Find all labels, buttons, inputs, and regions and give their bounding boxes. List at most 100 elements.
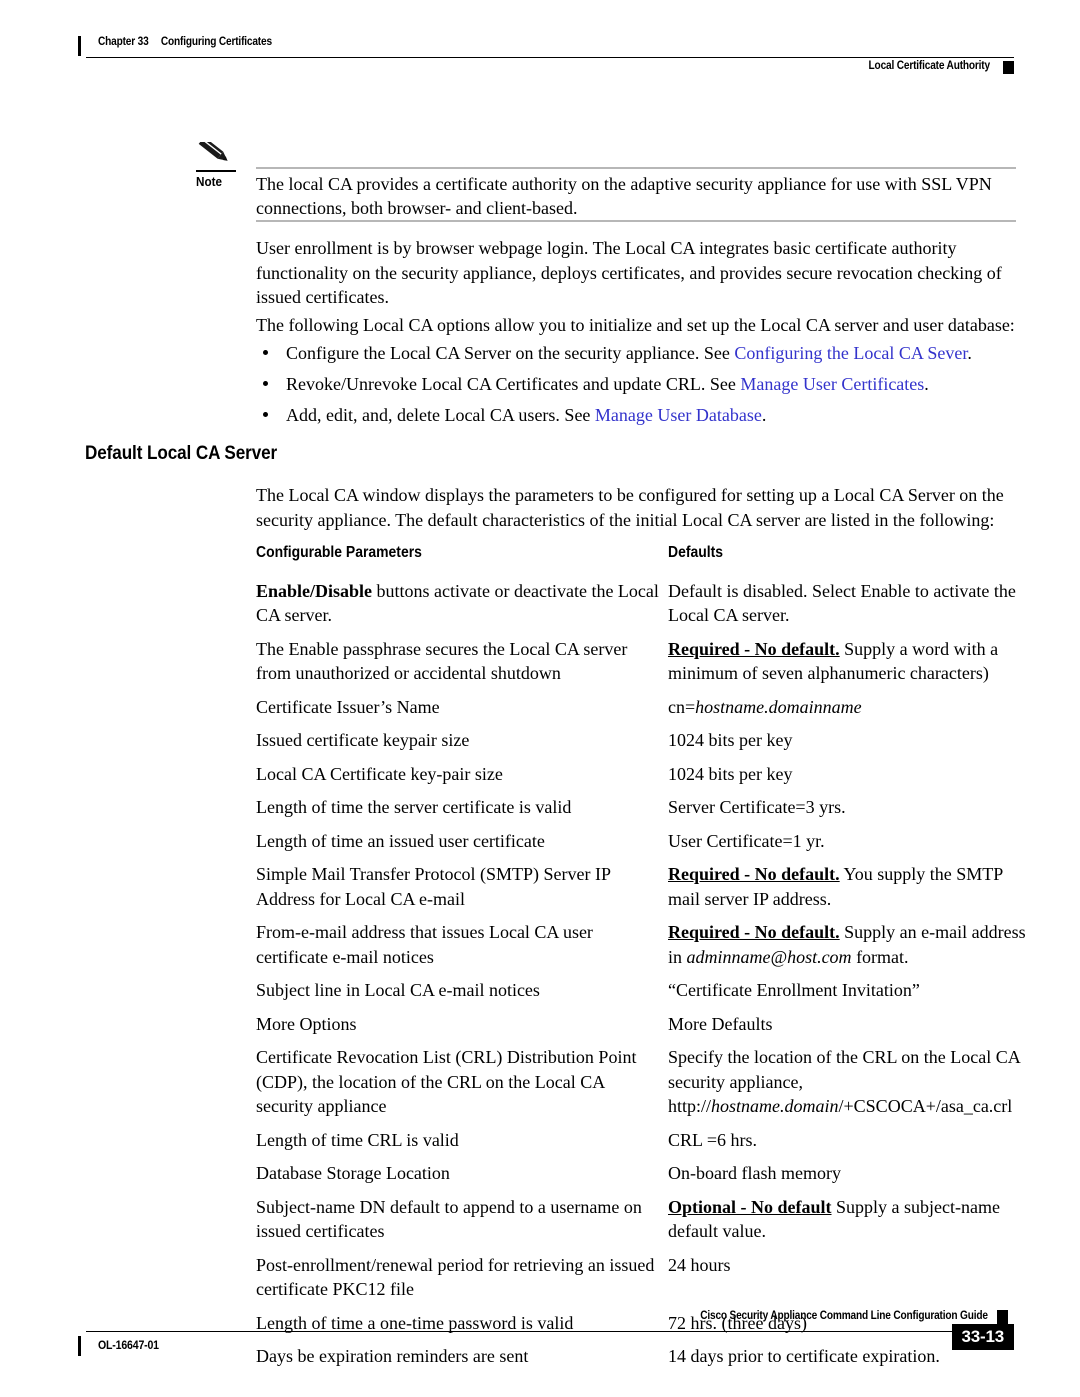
bullet-text-before: Configure the Local CA Server on the sec…	[286, 343, 735, 363]
footer-rule	[86, 1331, 1014, 1332]
default-text-tail: /+CSCOCA+/asa_ca.crl	[838, 1096, 1013, 1116]
default-text: Server Certificate=3 yrs.	[668, 797, 846, 817]
default-cell: On-board flash memory	[668, 1161, 1026, 1186]
default-text: CRL =6 hrs.	[668, 1129, 757, 1150]
configurable-parameters-table: Configurable Parameters Defaults Enable/…	[256, 541, 1026, 1378]
table-row: Length of time CRL is valid CRL =6 hrs.	[256, 1128, 1026, 1153]
pencil-underline	[196, 170, 236, 172]
parameter-cell: Subject-name DN default to append to a u…	[256, 1195, 668, 1244]
link-manage-user-certificates[interactable]: Manage User Certificates	[740, 374, 924, 394]
section-intro-paragraph: The Local CA window displays the paramet…	[256, 485, 1004, 530]
default-cell: Default is disabled. Select Enable to ac…	[668, 579, 1026, 628]
parameter-cell: The Enable passphrase secures the Local …	[256, 637, 668, 686]
parameter-text: Length of time an issued user certificat…	[256, 830, 545, 851]
table-row: From-e-mail address that issues Local CA…	[256, 920, 1026, 969]
default-text: More Defaults	[668, 1013, 773, 1034]
default-variable: hostname.domainname	[695, 696, 862, 717]
parameter-cell: Certificate Issuer’s Name	[256, 695, 668, 720]
note-rule-top	[256, 167, 1016, 169]
bullet-text-after: .	[967, 343, 972, 363]
list-item: Revoke/Unrevoke Local CA Certificates an…	[256, 372, 1026, 396]
bullet-text-before: Add, edit, and, delete Local CA users. S…	[286, 405, 595, 425]
parameter-cell: Length of time an issued user certificat…	[256, 829, 668, 854]
parameter-text: Length of time the server certificate is…	[256, 797, 572, 817]
page-header: Chapter 33 Configuring Certificates Local…	[78, 30, 1014, 74]
parameter-cell: Certificate Revocation List (CRL) Distri…	[256, 1045, 668, 1119]
header-rule	[86, 57, 1014, 58]
table-row: Subject-name DN default to append to a u…	[256, 1195, 1026, 1244]
parameter-text: Local CA Certificate key-pair size	[256, 763, 503, 784]
table-row: The Enable passphrase secures the Local …	[256, 637, 1026, 686]
default-requirement-label: Required - No default.	[668, 922, 840, 942]
header-chapter-title: Configuring Certificates	[160, 36, 272, 48]
default-cell: Specify the location of the CRL on the L…	[668, 1045, 1026, 1119]
parameter-text: Subject line in Local CA e-mail notices	[256, 980, 540, 1000]
default-text: “Certificate Enrollment Invitation”	[668, 980, 920, 1000]
parameter-cell: Post-enrollment/renewal period for retri…	[256, 1253, 668, 1302]
parameter-cell: Enable/Disable buttons activate or deact…	[256, 579, 668, 628]
note-label: Note	[196, 174, 223, 189]
pencil-icon	[196, 136, 242, 174]
default-cell: CRL =6 hrs.	[668, 1128, 1026, 1153]
parameter-text: Certificate Issuer’s Name	[256, 696, 440, 717]
default-text-tail: format.	[851, 946, 909, 967]
default-text: 1024 bits per key	[668, 730, 793, 750]
bullet-text-before: Revoke/Unrevoke Local CA Certificates an…	[286, 374, 741, 394]
default-cell: Optional - No default Supply a subject-n…	[668, 1195, 1026, 1244]
default-requirement-label: Optional - No default	[668, 1196, 832, 1217]
header-section-title: Local Certificate Authority	[868, 60, 991, 72]
default-variable: hostname.domain	[711, 1096, 839, 1116]
bullet-dot-icon	[263, 412, 268, 417]
parameter-text: Issued certificate keypair size	[256, 730, 470, 750]
default-cell: Required - No default. Supply a word wit…	[668, 637, 1026, 686]
header-square-marker	[1003, 61, 1014, 74]
header-tick-mark	[78, 36, 81, 56]
parameter-text: Simple Mail Transfer Protocol (SMTP) Ser…	[256, 864, 611, 909]
table-row: Local CA Certificate key-pair size 1024 b…	[256, 762, 1026, 787]
note-text: The local CA provides a certificate auth…	[256, 174, 992, 218]
default-text: On-board flash memory	[668, 1163, 841, 1183]
default-cell: User Certificate=1 yr.	[668, 829, 1026, 854]
parameter-text: Post-enrollment/renewal period for retri…	[256, 1254, 655, 1300]
table-body: Enable/Disable buttons activate or deact…	[256, 579, 1026, 1369]
default-requirement-label: Required - No default.	[668, 864, 840, 884]
table-header-row: Configurable Parameters Defaults	[256, 541, 1026, 566]
default-cell: 24 hours	[668, 1253, 1026, 1302]
default-cell: Required - No default. Supply an e-mail …	[668, 920, 1026, 969]
table-row: Subject line in Local CA e-mail notices “…	[256, 978, 1026, 1003]
table-row: Simple Mail Transfer Protocol (SMTP) Ser…	[256, 862, 1026, 911]
parameter-text: Database Storage Location	[256, 1163, 450, 1183]
parameter-cell: Local CA Certificate key-pair size	[256, 762, 668, 787]
parameter-cell: More Options	[256, 1012, 668, 1037]
parameter-cell: Length of time the server certificate is…	[256, 795, 668, 820]
parameter-text: From-e-mail address that issues Local CA…	[256, 922, 593, 967]
bullet-text-after: .	[761, 405, 767, 425]
default-variable: adminname@host.com	[686, 946, 852, 967]
parameter-text: Length of time CRL is valid	[256, 1129, 459, 1150]
intro-paragraph-1: User enrollment is by browser webpage lo…	[256, 238, 1002, 307]
default-cell: Required - No default. You supply the SM…	[668, 862, 1026, 911]
default-cell: cn=hostname.domainname	[668, 695, 1026, 720]
parameter-text: Certificate Revocation List (CRL) Distri…	[256, 1047, 637, 1116]
page-footer: Cisco Security Appliance Command Line Co…	[78, 1310, 1014, 1370]
bullet-dot-icon	[263, 350, 268, 355]
footer-guide-title: Cisco Security Appliance Command Line Co…	[700, 1310, 988, 1322]
table-row: Length of time an issued user certificat…	[256, 829, 1026, 854]
parameter-cell: Subject line in Local CA e-mail notices	[256, 978, 668, 1003]
default-text: Default is disabled. Select Enable to ac…	[668, 580, 1016, 626]
parameter-cell: Database Storage Location	[256, 1161, 668, 1186]
bullet-text-after: .	[924, 374, 929, 394]
header-chapter-info: Chapter 33 Configuring Certificates	[98, 36, 272, 48]
table-row: Issued certificate keypair size 1024 bits…	[256, 728, 1026, 753]
link-manage-user-database[interactable]: Manage User Database	[595, 405, 762, 425]
bullet-dot-icon	[263, 381, 268, 386]
parameter-text: More Options	[256, 1013, 357, 1034]
default-text: cn=	[668, 696, 696, 717]
link-configuring-the-local-ca-server[interactable]: Configuring the Local CA Sever	[734, 343, 967, 363]
parameter-text: Subject-name DN default to append to a u…	[256, 1196, 642, 1242]
list-item: Add, edit, and, delete Local CA users. S…	[256, 403, 1026, 427]
column-header-defaults: Defaults	[668, 544, 724, 561]
default-cell: 1024 bits per key	[668, 762, 1026, 787]
table-row: Length of time the server certificate is…	[256, 795, 1026, 820]
default-cell: More Defaults	[668, 1012, 1026, 1037]
